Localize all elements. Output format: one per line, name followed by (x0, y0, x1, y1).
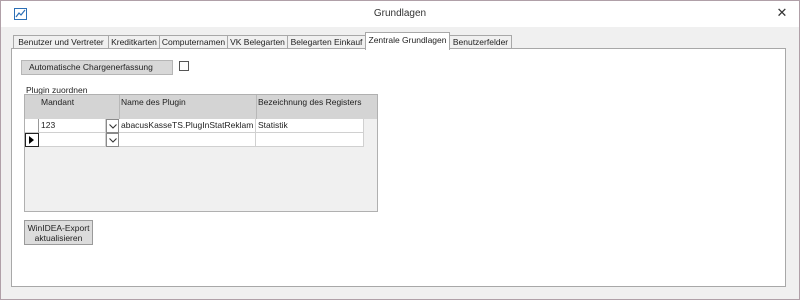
column-divider (119, 95, 120, 119)
tab-zentrale-grundlagen[interactable]: Zentrale Grundlagen (365, 32, 450, 50)
column-header-mandant[interactable]: Mandant (41, 97, 74, 107)
table-row[interactable] (25, 133, 377, 147)
chevron-down-icon (109, 124, 117, 129)
column-header-register[interactable]: Bezeichnung des Registers (258, 97, 361, 107)
row-selector[interactable] (25, 119, 39, 133)
plugin-grid: Mandant Name des Plugin Bezeichnung des … (24, 94, 378, 212)
cell-plugin-name[interactable]: abacusKasseTS.PlugInStatReklam (119, 119, 256, 133)
row-pointer-arrow-icon (29, 136, 34, 144)
mandant-dropdown-button[interactable] (106, 133, 119, 147)
mandant-dropdown-button[interactable] (106, 119, 119, 133)
cell-plugin-name[interactable] (119, 133, 256, 147)
tab-benutzer-und-vertreter[interactable]: Benutzer und Vertreter (13, 35, 109, 49)
cell-register-name[interactable] (256, 133, 364, 147)
table-row[interactable]: 123 abacusKasseTS.PlugInStatReklam Stati… (25, 119, 377, 133)
cell-mandant[interactable] (39, 133, 106, 147)
cell-mandant[interactable]: 123 (39, 119, 106, 133)
export-button-line2: aktualisieren (34, 233, 83, 243)
close-button[interactable]: ✕ (771, 4, 793, 22)
tab-computernamen[interactable]: Computernamen (159, 35, 228, 49)
export-button-line1: WinIDEA-Export (27, 223, 90, 233)
chevron-down-icon (109, 138, 117, 143)
auto-charge-label: Automatische Chargenerfassung (21, 60, 173, 75)
tab-vk-belegarten[interactable]: VK Belegarten (227, 35, 288, 49)
row-selector[interactable] (25, 133, 39, 147)
window-title: Grundlagen (373, 8, 427, 19)
tab-belegarten-einkauf[interactable]: Belegarten Einkauf (287, 35, 366, 49)
tab-kreditkarten[interactable]: Kreditkarten (108, 35, 160, 49)
grid-header: Mandant Name des Plugin Bezeichnung des … (25, 95, 377, 119)
cell-register-name[interactable]: Statistik (256, 119, 364, 133)
column-header-plugin[interactable]: Name des Plugin (121, 97, 186, 107)
tab-benutzerfelder[interactable]: Benutzerfelder (449, 35, 512, 49)
winidea-export-button[interactable]: WinIDEA-Export aktualisieren (24, 220, 93, 245)
title-bar: Grundlagen ✕ (1, 1, 799, 27)
column-divider (256, 95, 257, 119)
auto-charge-checkbox[interactable] (179, 61, 189, 71)
